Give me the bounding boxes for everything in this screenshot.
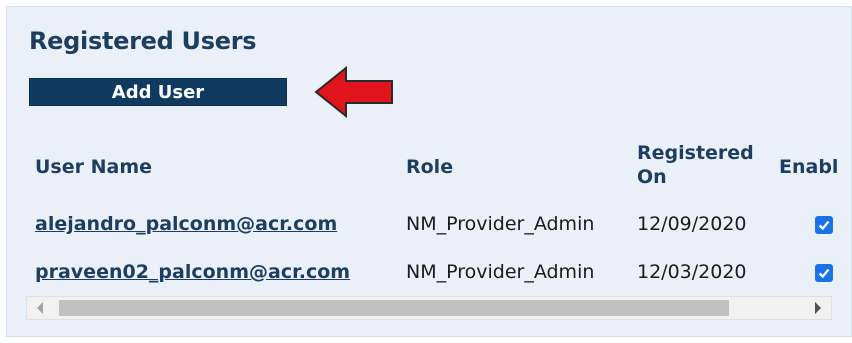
role-cell: NM_Provider_Admin [406, 213, 595, 235]
user-link[interactable]: alejandro_palconm@acr.com [35, 212, 337, 236]
column-header-enabled[interactable]: Enabl [779, 155, 838, 179]
page-title: Registered Users [29, 27, 257, 55]
panel-content: Registered Users Add User User Name Role… [7, 7, 852, 338]
checkmark-icon [818, 220, 830, 231]
enabled-checkbox[interactable] [815, 264, 833, 282]
add-user-button[interactable]: Add User [29, 78, 287, 106]
column-header-user-name[interactable]: User Name [35, 155, 152, 179]
checkmark-icon [818, 268, 830, 279]
registered-on-cell: 12/03/2020 [637, 261, 747, 283]
column-header-role[interactable]: Role [406, 155, 453, 179]
role-cell: NM_Provider_Admin [406, 261, 595, 283]
user-link[interactable]: praveen02_palconm@acr.com [35, 260, 350, 284]
column-header-registered-on[interactable]: Registered On [637, 141, 757, 189]
horizontal-scrollbar[interactable] [26, 296, 832, 320]
registered-users-panel: Registered Users Add User User Name Role… [6, 6, 852, 337]
scrollbar-thumb[interactable] [59, 300, 729, 316]
scroll-right-arrow-icon[interactable] [815, 302, 821, 314]
enabled-checkbox[interactable] [815, 216, 833, 234]
red-left-arrow-icon [314, 65, 393, 119]
registered-on-cell: 12/09/2020 [637, 213, 747, 235]
scroll-left-arrow-icon[interactable] [37, 302, 43, 314]
